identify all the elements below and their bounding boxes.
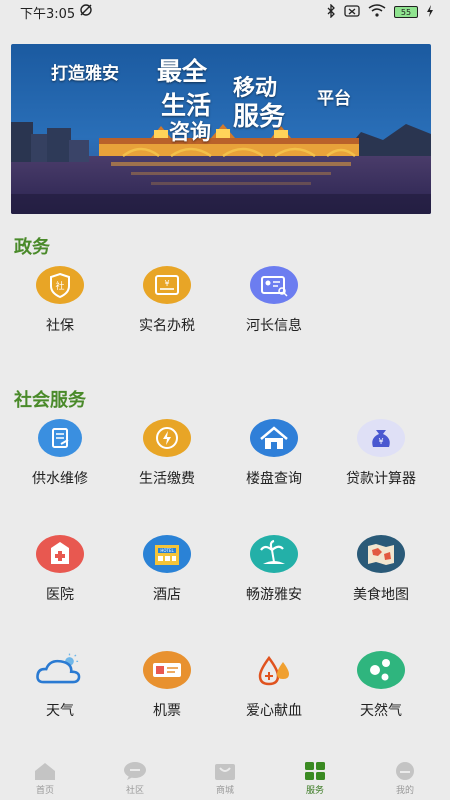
tab-community[interactable]: 社区 [90, 761, 180, 796]
grid-item-river-chief[interactable]: 河长信息 [220, 265, 328, 335]
shop-icon [213, 761, 237, 781]
tab-label: 首页 [35, 785, 54, 796]
grid-item-label: 社保 [46, 318, 74, 334]
banner-word-zixun: 咨询 [169, 120, 211, 144]
sync-off-icon [79, 3, 93, 21]
bill-payment-icon [142, 418, 192, 458]
svg-text:¥: ¥ [164, 279, 169, 288]
grid-item-label: 天然气 [360, 703, 402, 719]
status-time: 下午3:05 [20, 6, 76, 22]
grid-item-loan-calculator[interactable]: ¥ 贷款计算器 [327, 418, 435, 488]
grid-item-label: 供水维修 [32, 471, 88, 487]
grid-item-food-map[interactable]: 美食地图 [327, 534, 435, 604]
grid-item-natural-gas[interactable]: 天然气 [327, 650, 435, 720]
grid-item-air-ticket[interactable]: 机票 [113, 650, 221, 720]
promo-banner[interactable]: 打造雅安 最全 移动 生活 服务 平台 咨询 [11, 44, 431, 214]
svg-text:¥: ¥ [378, 437, 383, 446]
blood-drop-icon [249, 650, 299, 690]
water-repair-icon [35, 418, 85, 458]
tab-services[interactable]: 服务 [270, 761, 360, 796]
grid-item-label: 爱心献血 [246, 703, 302, 719]
grid-item-label: 酒店 [153, 587, 181, 603]
status-bar: 下午3:05 55 [0, 0, 450, 24]
banner-word-zuiquan: 最全 [157, 57, 208, 86]
banner-word-fuwu: 服务 [233, 102, 286, 132]
grid-item-label: 医院 [46, 587, 74, 603]
battery-icon: 55 [394, 6, 418, 18]
ticket-icon [142, 650, 192, 690]
grid-item-label: 生活缴费 [139, 471, 195, 487]
grid-item-label: 河长信息 [246, 318, 302, 334]
grid-item-hospital[interactable]: 医院 [6, 534, 114, 604]
grid-item-bill-payment[interactable]: 生活缴费 [113, 418, 221, 488]
chat-icon [123, 761, 147, 781]
grid-item-social-security[interactable]: 社 社保 [6, 265, 114, 335]
grid-item-blood-donation[interactable]: 爱心献血 [220, 650, 328, 720]
island-icon [249, 534, 299, 574]
grid-item-hotel[interactable]: HOTEL 酒店 [113, 534, 221, 604]
grid-item-label: 贷款计算器 [346, 471, 416, 487]
grid-item-weather[interactable]: 天气 [6, 650, 114, 720]
section-title-government: 政务 [14, 237, 50, 258]
profile-icon [393, 761, 417, 781]
grid-item-water-repair[interactable]: 供水维修 [6, 418, 114, 488]
grid-item-label: 实名办税 [139, 318, 195, 334]
tab-label: 我的 [395, 785, 414, 796]
svg-text:HOTEL: HOTEL [160, 548, 174, 553]
hotel-icon: HOTEL [142, 534, 192, 574]
grid-item-tax[interactable]: ¥ 实名办税 [113, 265, 221, 335]
banner-line-prefix: 打造雅安 [51, 64, 119, 84]
tab-label: 社区 [125, 785, 144, 796]
grid-item-label: 天气 [46, 703, 74, 719]
grid-item-label: 畅游雅安 [246, 587, 302, 603]
shield-she-icon: 社 [35, 265, 85, 305]
battery-level: 55 [400, 7, 412, 17]
sim-off-icon [344, 4, 360, 20]
tab-profile[interactable]: 我的 [360, 761, 450, 796]
section-title-social-services: 社会服务 [14, 390, 86, 411]
grid-item-tour[interactable]: 畅游雅安 [220, 534, 328, 604]
grid-icon [303, 761, 327, 781]
banner-word-pingtai: 平台 [317, 89, 351, 109]
tab-label: 服务 [305, 785, 324, 796]
svg-text:社: 社 [55, 280, 64, 292]
home-icon [33, 761, 57, 781]
tab-shop[interactable]: 商城 [180, 761, 270, 796]
hospital-icon [35, 534, 85, 574]
wifi-icon [368, 4, 386, 20]
bottom-tab-bar: 首页 社区 商城 服务 我的 [0, 756, 450, 800]
tax-card-icon: ¥ [142, 265, 192, 305]
charging-icon [426, 4, 434, 20]
grid-item-label: 楼盘查询 [246, 471, 302, 487]
id-search-icon [249, 265, 299, 305]
map-icon [356, 534, 406, 574]
bluetooth-icon [326, 2, 336, 21]
grid-item-label: 机票 [153, 703, 181, 719]
grid-item-property-query[interactable]: 楼盘查询 [220, 418, 328, 488]
money-bag-icon: ¥ [356, 418, 406, 458]
weather-icon [35, 650, 85, 690]
tab-label: 商城 [215, 785, 234, 796]
house-icon [249, 418, 299, 458]
gas-icon [356, 650, 406, 690]
grid-item-label: 美食地图 [353, 587, 409, 603]
tab-home[interactable]: 首页 [0, 761, 90, 796]
